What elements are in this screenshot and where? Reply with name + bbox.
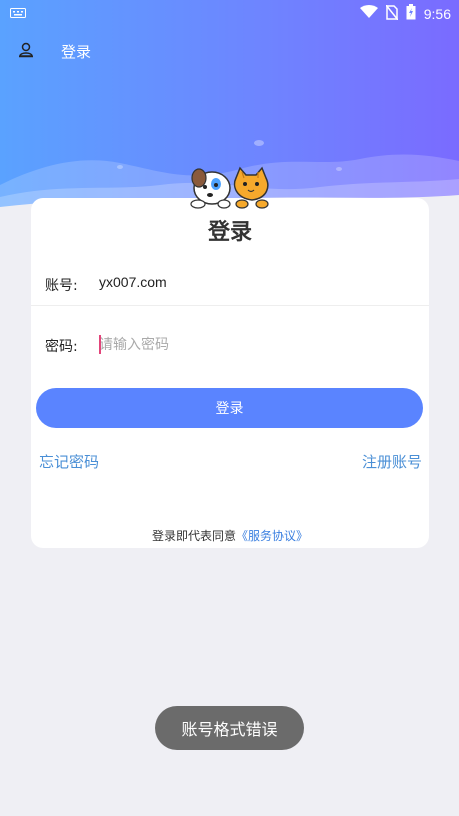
- status-bar: 9:56: [0, 0, 459, 25]
- wifi-icon: [359, 5, 378, 23]
- account-row: 账号: yx007.com: [31, 265, 429, 305]
- login-button[interactable]: 登录: [36, 388, 423, 428]
- login-card: 登录 账号: yx007.com 密码: 登录 忘记密码 注册账号 登录即代表同…: [31, 198, 429, 548]
- account-label: 账号:: [45, 278, 78, 294]
- navbar: 登录: [0, 33, 459, 69]
- keyboard-icon: [10, 6, 26, 22]
- clock: 9:56: [423, 6, 451, 22]
- agreement-prefix: 登录即代表同意: [151, 529, 236, 543]
- service-agreement-link[interactable]: 《服务协议》: [236, 529, 308, 543]
- battery-charging-icon: [406, 4, 416, 24]
- forgot-password-link[interactable]: 忘记密码: [39, 451, 99, 472]
- password-label: 密码:: [45, 339, 78, 355]
- card-title: 登录: [207, 220, 252, 245]
- mascot-illustration: [186, 166, 276, 218]
- password-row: 密码:: [31, 326, 429, 366]
- register-link[interactable]: 注册账号: [362, 451, 422, 472]
- agreement-text: 登录即代表同意《服务协议》: [31, 527, 429, 544]
- page-title: 登录: [61, 43, 92, 61]
- user-icon[interactable]: [18, 42, 34, 58]
- no-sim-icon: [385, 4, 399, 24]
- account-field[interactable]: yx007.com: [99, 274, 167, 290]
- toast-message: 账号格式错误: [155, 706, 304, 750]
- text-cursor: [99, 335, 101, 354]
- divider: [31, 305, 429, 306]
- password-field[interactable]: [99, 332, 399, 358]
